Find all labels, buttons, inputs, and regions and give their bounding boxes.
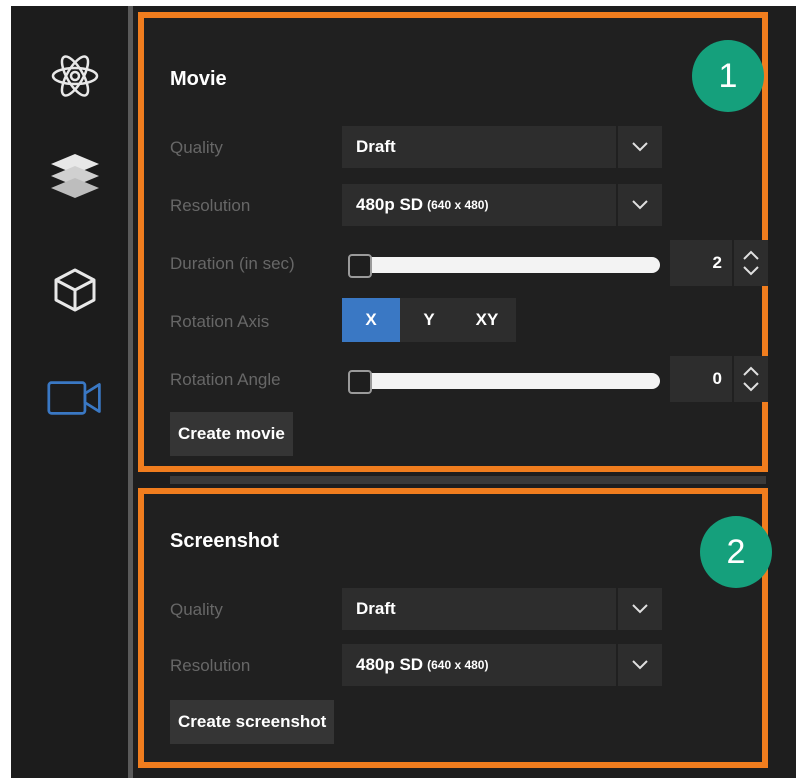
- movie-title: Movie: [170, 68, 227, 90]
- duration-stepper[interactable]: 2: [670, 240, 768, 286]
- atom-icon[interactable]: [47, 48, 103, 104]
- resolution-select[interactable]: 480p SD (640 x 480): [342, 184, 662, 226]
- chevron-up-icon: [743, 366, 759, 376]
- layers-icon[interactable]: [47, 146, 103, 202]
- slider-thumb[interactable]: [348, 370, 372, 394]
- duration-label: Duration (in sec): [170, 254, 295, 273]
- stepper-arrows[interactable]: [734, 356, 768, 402]
- resolution-label: Resolution: [170, 196, 251, 215]
- duration-slider[interactable]: [348, 254, 660, 278]
- quality-select[interactable]: Draft: [342, 126, 662, 168]
- quality-value-text: Draft: [356, 599, 396, 618]
- resolution-detail: (640 x 480): [427, 198, 489, 212]
- rotation-angle-label: Rotation Angle: [170, 370, 281, 389]
- cube-icon[interactable]: [47, 262, 103, 318]
- slider-track[interactable]: [358, 257, 660, 273]
- rotation-angle-slider[interactable]: [348, 370, 660, 394]
- quality-value[interactable]: Draft: [342, 126, 616, 168]
- quality-select[interactable]: Draft: [342, 588, 662, 630]
- rotation-angle-stepper[interactable]: 0: [670, 356, 768, 402]
- chevron-down-icon: [743, 266, 759, 276]
- resolution-select[interactable]: 480p SD (640 x 480): [342, 644, 662, 686]
- axis-option-x[interactable]: X: [342, 298, 400, 342]
- chevron-down-icon[interactable]: [618, 644, 662, 686]
- quality-value[interactable]: Draft: [342, 588, 616, 630]
- quality-label: Quality: [170, 600, 223, 619]
- chevron-down-icon[interactable]: [618, 588, 662, 630]
- stepper-arrows[interactable]: [734, 240, 768, 286]
- chevron-up-icon: [743, 250, 759, 260]
- create-screenshot-button[interactable]: Create screenshot: [170, 700, 335, 744]
- quality-value-text: Draft: [356, 137, 396, 156]
- axis-option-y[interactable]: Y: [400, 298, 458, 342]
- axis-option-xy[interactable]: XY: [458, 298, 516, 342]
- resolution-value[interactable]: 480p SD (640 x 480): [342, 644, 616, 686]
- chevron-down-icon: [743, 382, 759, 392]
- screenshot-section: Screenshot 2 Quality Draft Resolution 48…: [138, 488, 772, 768]
- resolution-label: Resolution: [170, 656, 251, 675]
- chevron-down-icon[interactable]: [618, 184, 662, 226]
- quality-label: Quality: [170, 138, 223, 157]
- movie-section: Movie 1 Quality Draft Resolution 480p SD…: [138, 12, 768, 472]
- step-badge-2: 2: [700, 516, 772, 588]
- screenshot-title: Screenshot: [170, 530, 279, 552]
- duration-value[interactable]: 2: [670, 240, 732, 286]
- chevron-down-icon[interactable]: [618, 126, 662, 168]
- sidebar: [11, 6, 128, 778]
- rotation-axis-label: Rotation Axis: [170, 312, 270, 331]
- resolution-detail: (640 x 480): [427, 658, 489, 672]
- section-divider: [170, 476, 766, 484]
- video-camera-icon[interactable]: [47, 370, 103, 426]
- slider-track[interactable]: [358, 373, 660, 389]
- create-movie-button[interactable]: Create movie: [170, 412, 293, 456]
- slider-thumb[interactable]: [348, 254, 372, 278]
- resolution-value-text: 480p SD: [356, 655, 424, 674]
- rotation-axis-toggle[interactable]: X Y XY: [342, 298, 516, 342]
- step-badge-1: 1: [692, 40, 764, 112]
- rotation-angle-value[interactable]: 0: [670, 356, 732, 402]
- resolution-value-text: 480p SD: [356, 195, 424, 214]
- resolution-value[interactable]: 480p SD (640 x 480): [342, 184, 616, 226]
